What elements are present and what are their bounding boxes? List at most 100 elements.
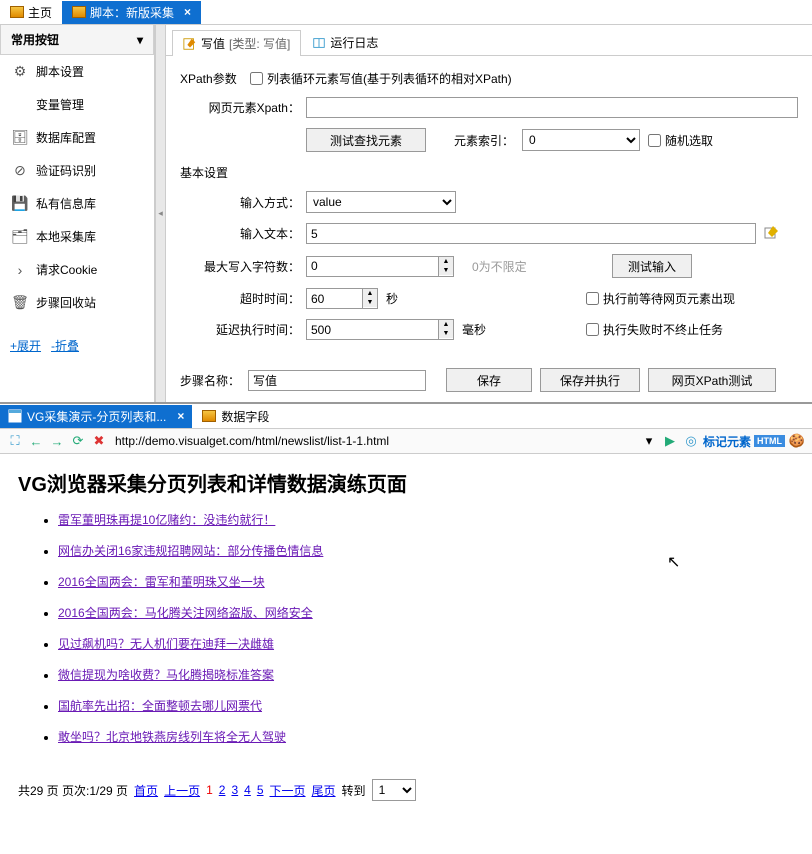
delay-unit: 毫秒	[462, 321, 586, 338]
delay-label: 延迟执行时间：	[180, 321, 306, 338]
page-3[interactable]: 3	[231, 783, 238, 797]
form-icon	[10, 6, 24, 18]
xpath-input[interactable]	[306, 97, 798, 118]
xpath-test-button[interactable]: 网页XPath测试	[648, 368, 776, 392]
sidebar-icon: ⚙	[12, 64, 28, 80]
save-button[interactable]: 保存	[446, 368, 532, 392]
edit-icon	[183, 37, 197, 51]
tab-write-value[interactable]: 写值 [类型: 写值]	[172, 30, 301, 56]
list-item: 网信办关闭16家违规招聘网站：部分传播色情信息	[58, 542, 794, 559]
sidebar-icon: ›	[12, 262, 28, 278]
tab-run-log[interactable]: 运行日志	[301, 29, 389, 55]
no-stop-checkbox[interactable]: 执行失败时不终止任务	[586, 321, 723, 338]
page-goto-select[interactable]: 1	[372, 779, 416, 801]
list-item: 雷军董明珠再提10亿赌约：没违约就行！	[58, 511, 794, 528]
sidebar-item-3[interactable]: ⊘验证码识别	[0, 154, 154, 187]
form-icon	[202, 410, 216, 422]
page-last[interactable]: 尾页	[312, 782, 336, 799]
timeout-unit: 秒	[386, 290, 586, 307]
news-link-0[interactable]: 雷军董明珠再提10亿赌约：没违约就行！	[58, 513, 275, 527]
dropdown-icon[interactable]: ▾	[137, 33, 143, 47]
page-5[interactable]: 5	[257, 783, 264, 797]
splitter[interactable]: ◂	[155, 25, 166, 402]
page-total: 共29 页 页次:1/29 页	[18, 782, 128, 799]
collapse-link[interactable]: -折叠	[51, 337, 79, 354]
page-first[interactable]: 首页	[134, 782, 158, 799]
page-next[interactable]: 下一页	[270, 782, 306, 799]
sidebar-item-1[interactable]: 变量管理	[0, 88, 154, 121]
sidebar-item-4[interactable]: 💾私有信息库	[0, 187, 154, 220]
edit-var-icon[interactable]	[764, 224, 780, 243]
url-input[interactable]	[111, 432, 637, 450]
sidebar-item-6[interactable]: ›请求Cookie	[0, 253, 154, 286]
page-2[interactable]: 2	[219, 783, 226, 797]
basic-group-label: 基本设置	[180, 164, 798, 181]
input-mode-select[interactable]: value	[306, 191, 456, 213]
input-text-input[interactable]	[306, 223, 756, 244]
sidebar-icon: ⊘	[12, 163, 28, 179]
news-link-3[interactable]: 2016全国两会：马化腾关注网络盗版、网络安全	[58, 606, 313, 620]
sidebar: 常用按钮 ▾ ⚙脚本设置变量管理🗄数据库配置⊘验证码识别💾私有信息库🗂本地采集库…	[0, 25, 155, 402]
browser-tab-fields[interactable]: 数据字段	[192, 405, 279, 428]
expand-link[interactable]: +展开	[10, 337, 41, 354]
step-name-label: 步骤名称：	[180, 372, 240, 389]
news-link-2[interactable]: 2016全国两会：雷军和董明珠又坐一块	[58, 575, 265, 589]
news-link-6[interactable]: 国航率先出招：全面整顿去哪儿网票代	[58, 699, 262, 713]
max-chars-spinner[interactable]: ▲▼	[306, 256, 454, 277]
cookie-icon[interactable]: 🍪	[788, 432, 806, 450]
sidebar-icon: 🗑	[12, 295, 28, 311]
sidebar-item-0[interactable]: ⚙脚本设置	[0, 55, 154, 88]
news-link-7[interactable]: 敢坐吗？北京地铁燕房线列车将全无人驾驶	[58, 730, 286, 744]
browser-tab-preview[interactable]: VG采集演示-分页列表和... ×	[0, 405, 192, 428]
stop-icon[interactable]: ✖	[90, 432, 108, 450]
sidebar-icon: 💾	[12, 196, 28, 212]
dropdown-icon[interactable]: ▾	[640, 432, 658, 450]
close-icon[interactable]: ×	[177, 409, 184, 423]
list-item: 2016全国两会：马化腾关注网络盗版、网络安全	[58, 604, 794, 621]
save-run-button[interactable]: 保存并执行	[540, 368, 640, 392]
input-mode-label: 输入方式：	[180, 194, 306, 211]
fullscreen-icon[interactable]: ⛶	[6, 432, 24, 450]
pagination: 共29 页 页次:1/29 页 首页 上一页 1 2 3 4 5 下一页 尾页 …	[0, 773, 812, 807]
html-badge[interactable]: HTML	[754, 435, 785, 447]
wait-checkbox[interactable]: 执行前等待网页元素出现	[586, 290, 735, 307]
page-4[interactable]: 4	[244, 783, 251, 797]
news-link-1[interactable]: 网信办关闭16家违规招聘网站：部分传播色情信息	[58, 544, 323, 558]
refresh-icon[interactable]: ⟳	[69, 432, 87, 450]
sidebar-item-7[interactable]: 🗑步骤回收站	[0, 286, 154, 319]
sidebar-item-5[interactable]: 🗂本地采集库	[0, 220, 154, 253]
input-text-label: 输入文本：	[180, 225, 306, 242]
elem-index-label: 元素索引：	[454, 132, 514, 149]
news-link-4[interactable]: 见过飙机吗？无人机们要在迪拜一决雌雄	[58, 637, 274, 651]
elem-index-select[interactable]: 0	[522, 129, 640, 151]
go-icon[interactable]: ▶	[661, 432, 679, 450]
list-item: 敢坐吗？北京地铁燕房线列车将全无人驾驶	[58, 728, 794, 745]
sidebar-icon: 🗄	[12, 130, 28, 146]
close-icon[interactable]: ×	[184, 5, 191, 19]
delay-spinner[interactable]: ▲▼	[306, 319, 454, 340]
timeout-spinner[interactable]: ▲▼	[306, 288, 378, 309]
step-name-input[interactable]	[248, 370, 426, 391]
back-icon[interactable]: ←	[27, 432, 45, 450]
list-item: 见过飙机吗？无人机们要在迪拜一决雌雄	[58, 635, 794, 652]
max-chars-label: 最大写入字符数：	[180, 258, 306, 275]
tab-home[interactable]: 主页	[0, 1, 62, 24]
news-link-5[interactable]: 微信提现为啥收费？马化腾揭晓标准答案	[58, 668, 274, 682]
sidebar-icon: 🗂	[12, 229, 28, 245]
book-icon	[312, 36, 326, 50]
sidebar-icon	[12, 97, 28, 113]
random-checkbox[interactable]: 随机选取	[648, 132, 713, 149]
xpath-label: 网页元素Xpath：	[180, 99, 306, 116]
list-item: 国航率先出招：全面整顿去哪儿网票代	[58, 697, 794, 714]
target-icon[interactable]: ◎	[682, 432, 700, 450]
test-input-button[interactable]: 测试输入	[612, 254, 692, 278]
mark-element-button[interactable]: 标记元素	[703, 433, 751, 450]
page-prev[interactable]: 上一页	[164, 782, 200, 799]
sidebar-item-2[interactable]: 🗄数据库配置	[0, 121, 154, 154]
page-goto-label: 转到	[342, 782, 366, 799]
forward-icon[interactable]: →	[48, 432, 66, 450]
test-find-button[interactable]: 测试查找元素	[306, 128, 426, 152]
tab-script[interactable]: 脚本：新版采集 ×	[62, 1, 201, 24]
loop-checkbox[interactable]: 列表循环元素写值(基于列表循环的相对XPath)	[250, 70, 512, 87]
sidebar-header[interactable]: 常用按钮 ▾	[0, 25, 154, 55]
